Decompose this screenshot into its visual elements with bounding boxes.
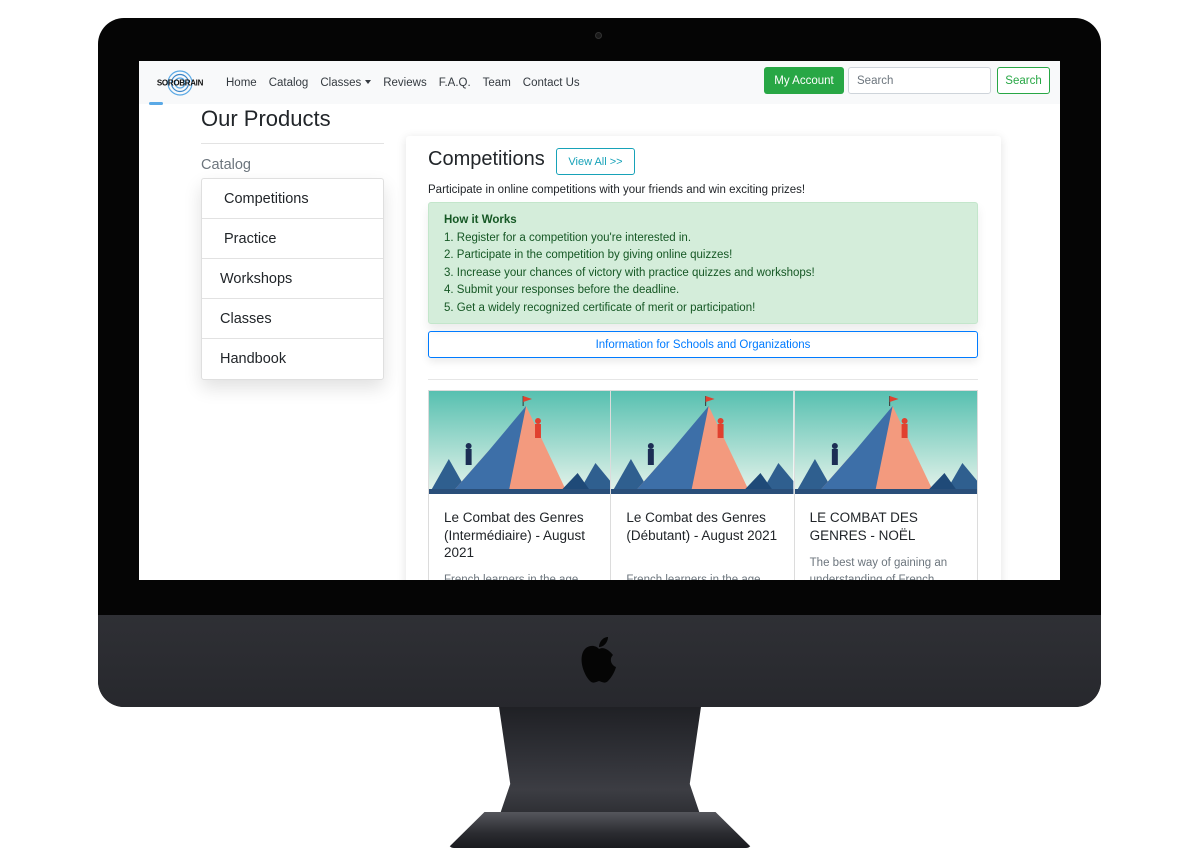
- catalog-list: Competitions Practice Workshops Classes …: [201, 178, 384, 380]
- product-card[interactable]: LE COMBAT DES GENRES - NOËL The best way…: [794, 390, 978, 580]
- nav-accent-line: [149, 102, 163, 105]
- nav-links: Home Catalog Classes Reviews F.A.Q. Team…: [226, 61, 592, 104]
- how-step: 4. Submit your responses before the dead…: [444, 284, 680, 297]
- webcam-icon: [595, 32, 602, 39]
- how-it-works-alert: How it Works 1. Register for a competiti…: [428, 202, 978, 324]
- monitor-stand-neck: [498, 700, 702, 820]
- search-button[interactable]: Search: [997, 67, 1050, 94]
- product-grid: Le Combat des Genres (Intermédiaire) - A…: [428, 390, 978, 580]
- how-step: 5. Get a widely recognized certificate o…: [444, 301, 756, 314]
- my-account-button[interactable]: My Account: [764, 67, 844, 94]
- brand-wordmark: SOROBRAIN: [157, 79, 204, 88]
- nav-home[interactable]: Home: [226, 77, 257, 89]
- catalog-item-workshops[interactable]: Workshops: [202, 259, 383, 299]
- catalog-item-competitions[interactable]: Competitions: [202, 179, 383, 219]
- nav-faq[interactable]: F.A.Q.: [439, 77, 471, 89]
- product-title[interactable]: Le Combat des Genres (Débutant) - August…: [626, 509, 786, 544]
- product-description: The best way of gaining an understanding…: [809, 557, 948, 580]
- section-divider: [428, 379, 978, 380]
- apple-logo-icon: [581, 637, 616, 683]
- product-card[interactable]: Le Combat des Genres (Débutant) - August…: [611, 390, 795, 580]
- title-divider: [201, 143, 384, 144]
- product-description: French learners in the age: [626, 574, 761, 580]
- nav-team[interactable]: Team: [483, 77, 511, 89]
- product-title[interactable]: Le Combat des Genres (Intermédiaire) - A…: [444, 509, 604, 562]
- nav-classes-label: Classes: [320, 76, 362, 89]
- sorobrain-logo[interactable]: SOROBRAIN: [149, 69, 211, 97]
- nav-catalog[interactable]: Catalog: [269, 77, 309, 89]
- navbar: SOROBRAIN Home Catalog Classes Reviews F…: [139, 61, 1060, 104]
- product-description: French learners in the age: [444, 574, 579, 580]
- nav-classes-dropdown[interactable]: Classes: [320, 76, 372, 89]
- page-title: Our Products: [201, 106, 331, 131]
- nav-contact-us[interactable]: Contact Us: [523, 77, 580, 89]
- catalog-item-practice[interactable]: Practice: [202, 219, 383, 259]
- how-step: 3. Increase your chances of victory with…: [444, 266, 815, 279]
- competitions-card: Competitions View All >> Participate in …: [406, 136, 1001, 580]
- competitions-description: Participate in online competitions with …: [428, 184, 806, 196]
- mountain-climbers-image: [429, 391, 611, 494]
- monitor-bezel: SOROBRAIN Home Catalog Classes Reviews F…: [98, 18, 1101, 707]
- caret-down-icon: [365, 80, 372, 85]
- monitor-stand-base: [448, 812, 752, 848]
- mountain-climbers-image: [794, 391, 977, 494]
- product-title[interactable]: LE COMBAT DES GENRES - NOËL: [810, 509, 970, 544]
- nav-reviews[interactable]: Reviews: [383, 77, 426, 89]
- competitions-title: Competitions: [428, 148, 545, 170]
- how-step: 2. Participate in the competition by giv…: [444, 249, 733, 262]
- monitor-chin: [98, 615, 1101, 707]
- catalog-item-classes[interactable]: Classes: [202, 299, 383, 339]
- search-input[interactable]: Search: [848, 67, 991, 94]
- mountain-climbers-image: [611, 391, 794, 494]
- how-step: 1. Register for a competition you're int…: [444, 232, 692, 244]
- product-card[interactable]: Le Combat des Genres (Intermédiaire) - A…: [428, 390, 612, 580]
- how-it-works-title: How it Works: [444, 214, 517, 226]
- view-all-button[interactable]: View All >>: [556, 148, 635, 175]
- schools-info-button[interactable]: Information for Schools and Organization…: [428, 331, 978, 358]
- catalog-heading: Catalog: [201, 157, 251, 173]
- screen: SOROBRAIN Home Catalog Classes Reviews F…: [139, 61, 1060, 580]
- catalog-item-handbook[interactable]: Handbook: [202, 339, 383, 379]
